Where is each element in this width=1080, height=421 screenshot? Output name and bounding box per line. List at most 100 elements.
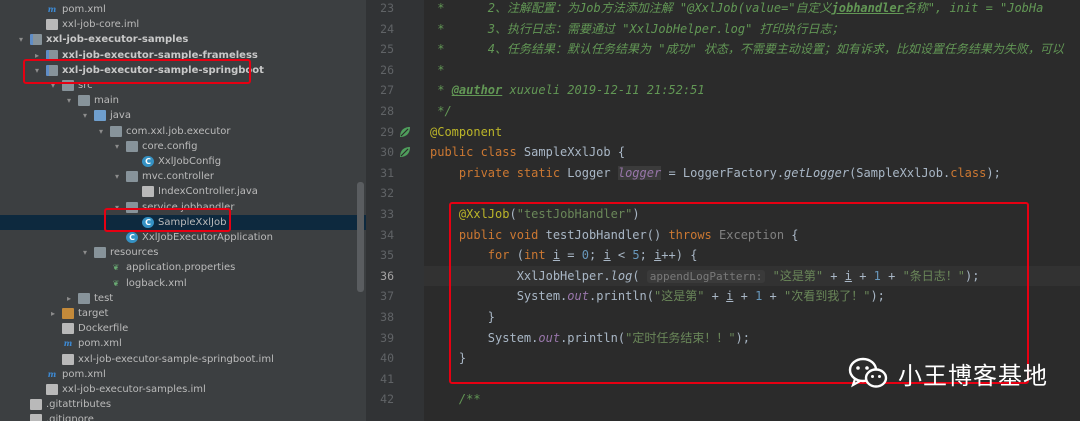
tree-item[interactable]: xxl-job-executor-sample-springboot.iml xyxy=(0,352,366,367)
tree-item[interactable]: IndexController.java xyxy=(0,184,366,199)
tree-item-label: mvc.controller xyxy=(142,171,215,183)
chevron-down-icon[interactable]: ▾ xyxy=(96,124,106,139)
tree-item[interactable]: ▾ resources xyxy=(0,245,366,260)
code-token: * 3、执行日志：需要通过 "XxlJobHelper.log" 打印执行日志； xyxy=(430,21,844,36)
chevron-down-icon[interactable]: ▾ xyxy=(112,139,122,154)
code-token: */ xyxy=(430,104,452,118)
line-number: 27 xyxy=(380,83,394,98)
maven-icon: m xyxy=(47,4,57,14)
tree-item-label: Dockerfile xyxy=(78,323,129,335)
tree-item-label: pom.xml xyxy=(78,338,122,350)
xml-icon: ❦ xyxy=(112,278,120,288)
file-icon xyxy=(62,323,74,335)
maven-icon: m xyxy=(47,368,57,379)
target-folder-icon xyxy=(62,308,74,319)
tree-item-label: main xyxy=(94,95,119,107)
line-number: 32 xyxy=(380,186,394,201)
chevron-down-icon[interactable]: ▾ xyxy=(112,169,122,184)
line-number: 40 xyxy=(380,351,394,366)
chevron-down-icon[interactable]: ▾ xyxy=(80,108,90,123)
tree-item[interactable]: ▾ java xyxy=(0,108,366,123)
bean-icon[interactable] xyxy=(398,125,412,139)
line-number: 23 xyxy=(380,1,394,15)
tree-item[interactable]: .gitattributes xyxy=(0,397,366,412)
tree-item[interactable]: ▸ test xyxy=(0,291,366,306)
tree-item[interactable]: C XxlJobConfig xyxy=(0,154,366,169)
code-line[interactable]: * @author xuxueli 2019-12-11 21:52:51 xyxy=(430,80,1080,101)
folder-icon xyxy=(78,292,90,304)
chevron-right-icon[interactable]: ▸ xyxy=(48,306,58,321)
code-line[interactable]: public class SampleXxlJob { xyxy=(430,142,1080,163)
tree-item[interactable]: C XxlJobExecutorApplication xyxy=(0,230,366,245)
tree-item[interactable]: ▾ com.xxl.job.executor xyxy=(0,124,366,139)
tree-item-label: logback.xml xyxy=(126,277,187,289)
chevron-down-icon[interactable]: ▾ xyxy=(64,93,74,108)
file-icon xyxy=(62,353,74,365)
tree-item[interactable]: Dockerfile xyxy=(0,321,366,336)
tree-item-label: com.xxl.job.executor xyxy=(126,125,231,137)
tree-item[interactable]: ❦ application.properties xyxy=(0,260,366,275)
tree-item-label: resources xyxy=(110,247,159,259)
chevron-down-icon[interactable]: ▾ xyxy=(80,245,90,260)
class-icon: C xyxy=(126,232,138,243)
tree-item-label: target xyxy=(78,308,109,319)
line-number: 34 xyxy=(380,227,394,242)
line-number: 28 xyxy=(380,104,394,118)
tree-item[interactable]: ▾ mvc.controller xyxy=(0,169,366,184)
tree-item-label: pom.xml xyxy=(62,4,106,15)
code-line[interactable]: * 3、执行日志：需要通过 "XxlJobHelper.log" 打印执行日志； xyxy=(430,19,1080,40)
tree-item[interactable]: ▾ main xyxy=(0,93,366,108)
tree-item[interactable]: ▾ xxl-job-executor-samples xyxy=(0,32,366,47)
tree-item[interactable]: m pom.xml xyxy=(0,367,366,382)
code-line[interactable] xyxy=(430,183,1080,204)
highlight-box-module xyxy=(23,59,251,84)
code-line[interactable]: * xyxy=(430,60,1080,81)
code-token: public class xyxy=(430,145,524,160)
code-token: * 2、注解配置：为Job方法添加注解 "@XxlJob(value="自定义 xyxy=(430,1,832,15)
code-token: * xyxy=(430,83,452,98)
tree-item[interactable]: .gitignore xyxy=(0,412,366,421)
tree-scrollbar[interactable] xyxy=(357,182,364,292)
code-token: (SampleXxlJob. xyxy=(849,165,951,180)
tree-item-label: xxl-job-executor-samples.iml xyxy=(62,384,206,395)
code-line[interactable]: * 4、任务结果：默认任务结果为 "成功" 状态，不需要主动设置；如有诉求，比如… xyxy=(430,39,1080,60)
code-token: private static xyxy=(458,165,568,180)
tree-item-label: pom.xml xyxy=(62,368,106,380)
class-icon: C xyxy=(142,156,154,167)
code-line[interactable]: */ xyxy=(430,101,1080,122)
code-token: xuxueli 2019-12-11 21:52:51 xyxy=(502,83,705,98)
java-file-icon xyxy=(142,186,154,198)
code-token: getLogger xyxy=(784,165,850,180)
tree-item[interactable]: m pom.xml xyxy=(0,336,366,351)
package-icon xyxy=(126,140,138,152)
watermark-text: 小王博客基地 xyxy=(898,361,1048,390)
line-number: 33 xyxy=(380,207,394,221)
line-number: 41 xyxy=(380,371,394,386)
chevron-down-icon[interactable]: ▾ xyxy=(16,32,26,47)
module-folder-icon xyxy=(30,34,42,46)
code-token: 名称", init = "JobHa xyxy=(903,1,1044,15)
chevron-right-icon[interactable]: ▸ xyxy=(64,291,74,306)
code-token: /** xyxy=(458,392,481,407)
package-icon xyxy=(110,125,122,137)
code-line[interactable]: * 2、注解配置：为Job方法添加注解 "@XxlJob(value="自定义j… xyxy=(430,0,1080,19)
bean-icon[interactable] xyxy=(398,145,412,159)
tree-item-label: .gitattributes xyxy=(46,399,112,411)
tree-item[interactable]: xxl-job-executor-samples.iml xyxy=(0,382,366,397)
tree-item[interactable]: ❦ logback.xml xyxy=(0,276,366,291)
highlight-box-sample-class xyxy=(104,208,231,232)
tree-item[interactable]: ▾ core.config xyxy=(0,139,366,154)
line-number: 35 xyxy=(380,248,394,263)
tree-item-label: core.config xyxy=(142,140,198,152)
file-icon xyxy=(46,19,58,31)
tree-item[interactable]: m pom.xml xyxy=(0,2,366,17)
line-number: 26 xyxy=(380,62,394,77)
tree-item-label: xxl-job-executor-sample-springboot.iml xyxy=(78,353,274,365)
code-token: SampleXxlJob { xyxy=(523,145,626,160)
line-number: 37 xyxy=(380,289,394,304)
tree-item-label: XxlJobConfig xyxy=(158,156,222,167)
tree-item[interactable]: xxl-job-core.iml xyxy=(0,17,366,32)
code-line[interactable]: private static Logger logger = LoggerFac… xyxy=(430,163,1080,184)
tree-item[interactable]: ▸ target xyxy=(0,306,366,321)
code-line[interactable]: @Component xyxy=(430,122,1080,143)
